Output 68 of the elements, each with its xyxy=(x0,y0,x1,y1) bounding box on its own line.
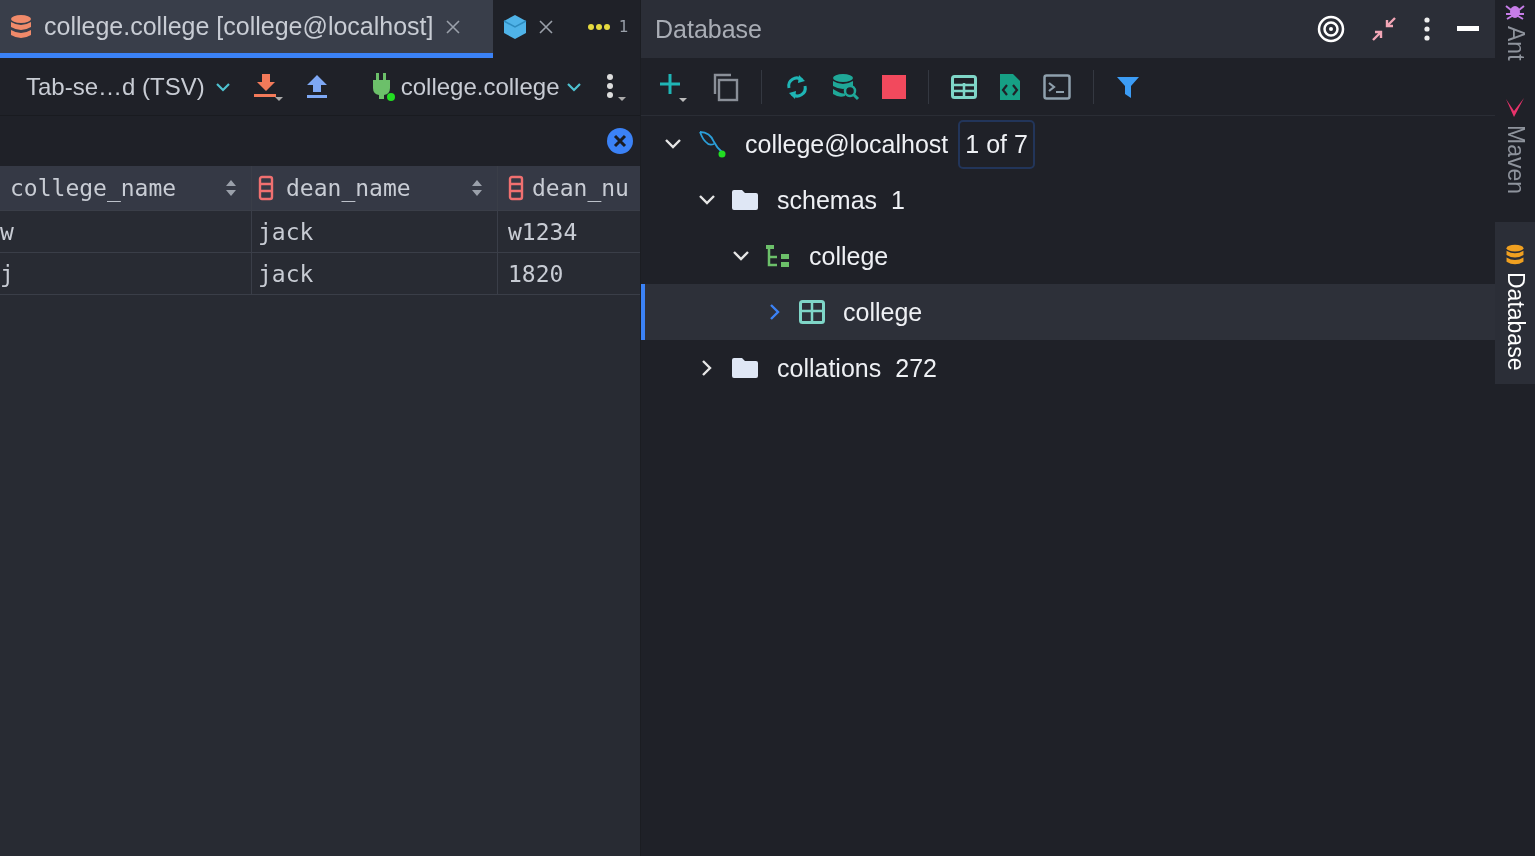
column-icon xyxy=(258,175,274,201)
close-icon[interactable] xyxy=(539,19,553,34)
column-header[interactable]: dean_name xyxy=(252,166,498,210)
terminal-icon[interactable] xyxy=(1043,73,1071,100)
folder-icon xyxy=(731,357,759,379)
tree-item[interactable]: collations 272 xyxy=(641,340,1495,396)
tree-label: college@localhost xyxy=(745,129,949,159)
tool-window-tab[interactable]: Maven xyxy=(1495,94,1535,208)
more-icon[interactable] xyxy=(1423,17,1431,41)
copy-icon[interactable] xyxy=(711,71,739,102)
filter-icon[interactable] xyxy=(1116,74,1140,99)
session-dropdown[interactable]: college.college xyxy=(370,72,582,101)
column-header[interactable]: dean_nu xyxy=(498,166,640,210)
download-icon[interactable] xyxy=(252,72,283,101)
add-icon[interactable] xyxy=(659,71,689,102)
target-icon[interactable] xyxy=(1317,15,1345,43)
sort-icon[interactable] xyxy=(225,179,237,197)
format-dropdown[interactable]: Tab-se…d (TSV) xyxy=(26,72,231,101)
tab-overflow-button[interactable]: 1 xyxy=(567,0,629,58)
table-icon[interactable] xyxy=(951,74,977,99)
tree-label: college xyxy=(843,297,923,327)
sort-icon[interactable] xyxy=(471,179,483,197)
table-cell: jack xyxy=(258,218,314,245)
tree-item[interactable]: college xyxy=(641,228,1495,284)
table-cell: w xyxy=(0,218,14,245)
tree-label: schemas xyxy=(777,185,878,215)
schema-icon xyxy=(765,244,791,268)
column-name: college_name xyxy=(10,175,177,201)
tree-label: college xyxy=(809,241,889,271)
collapse-icon[interactable] xyxy=(1371,16,1397,42)
table-cell: j xyxy=(0,260,14,287)
upload-icon[interactable] xyxy=(304,73,329,100)
table-icon xyxy=(799,300,825,324)
close-icon[interactable] xyxy=(445,19,460,34)
stop-icon[interactable] xyxy=(882,74,906,99)
more-icon xyxy=(587,22,611,31)
tree-item[interactable]: schemas 1 xyxy=(641,172,1495,228)
code-file-icon[interactable] xyxy=(999,72,1021,101)
table-cell: w1234 xyxy=(508,218,578,245)
column-name: dean_name xyxy=(286,175,411,201)
close-icon[interactable] xyxy=(606,127,634,155)
plug-icon xyxy=(370,72,395,101)
minimize-icon[interactable] xyxy=(1457,26,1479,32)
database-icon xyxy=(10,13,32,40)
tree-item[interactable]: college xyxy=(641,284,1495,340)
database-search-icon[interactable] xyxy=(832,72,860,101)
editor-tab[interactable]: college.college [college@localhost] xyxy=(0,0,493,58)
table-cell: jack xyxy=(258,260,314,287)
chevron-down-icon xyxy=(565,81,582,92)
cube-icon xyxy=(503,13,527,40)
table-cell: 1820 xyxy=(508,260,564,287)
folder-icon xyxy=(731,189,759,211)
column-header[interactable]: college_name xyxy=(0,166,252,210)
column-name: dean_nu xyxy=(532,175,629,201)
tree-item[interactable]: college@localhost 1 of 7 xyxy=(641,116,1495,172)
ant-icon xyxy=(1505,2,1525,20)
item-count: 1 xyxy=(891,185,905,215)
column-icon xyxy=(508,175,524,201)
tool-window-tab[interactable]: Ant xyxy=(1495,0,1535,75)
match-count-badge: 1 of 7 xyxy=(958,119,1035,169)
database-icon xyxy=(1505,243,1525,266)
tree-label: collations xyxy=(777,353,882,383)
tool-window-title: Database xyxy=(655,14,763,44)
refresh-icon[interactable] xyxy=(784,72,810,101)
tool-window-tab[interactable]: Database xyxy=(1495,221,1535,385)
tab-label: college.college [college@localhost] xyxy=(44,12,434,41)
item-count: 272 xyxy=(895,353,937,383)
chevron-down-icon xyxy=(214,81,231,92)
